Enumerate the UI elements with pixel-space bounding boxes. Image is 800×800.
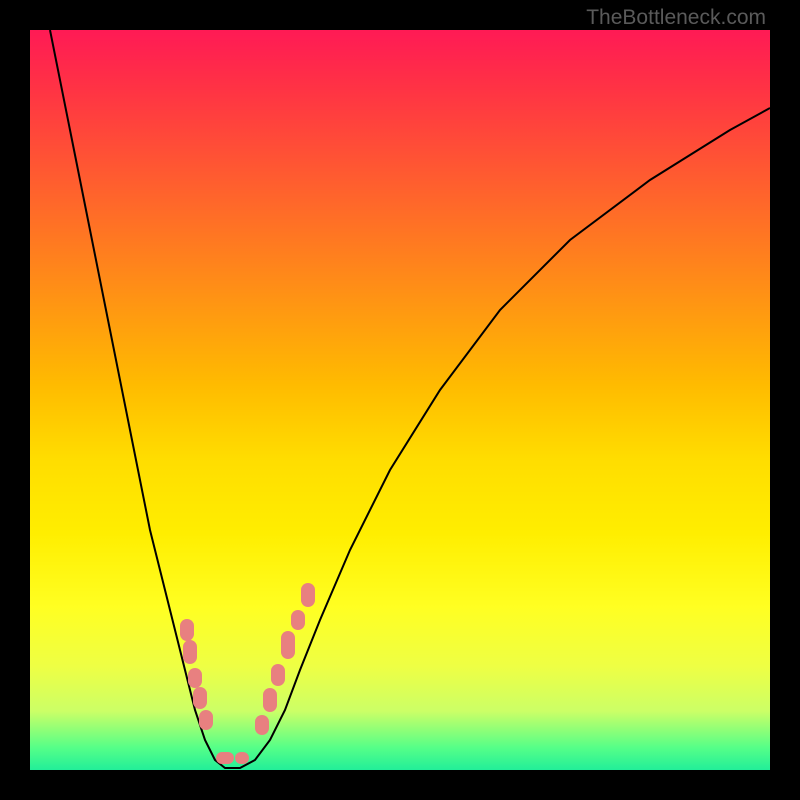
data-marker (263, 688, 277, 712)
data-marker (255, 715, 269, 735)
data-marker (281, 631, 295, 659)
axis-frame-right (770, 0, 800, 800)
data-marker (235, 752, 249, 764)
axis-frame-left (0, 0, 30, 800)
data-marker (180, 619, 194, 641)
curve-svg (30, 30, 770, 770)
data-markers (180, 583, 315, 764)
data-marker (301, 583, 315, 607)
axis-frame-bottom (0, 770, 800, 800)
data-marker (183, 640, 197, 664)
data-marker (291, 610, 305, 630)
data-marker (188, 668, 202, 688)
data-marker (193, 687, 207, 709)
chart-container: TheBottleneck.com (0, 0, 800, 800)
data-marker (199, 710, 213, 730)
bottleneck-curve (50, 30, 770, 768)
data-marker (271, 664, 285, 686)
watermark-text: TheBottleneck.com (586, 6, 766, 30)
data-marker (216, 752, 234, 764)
